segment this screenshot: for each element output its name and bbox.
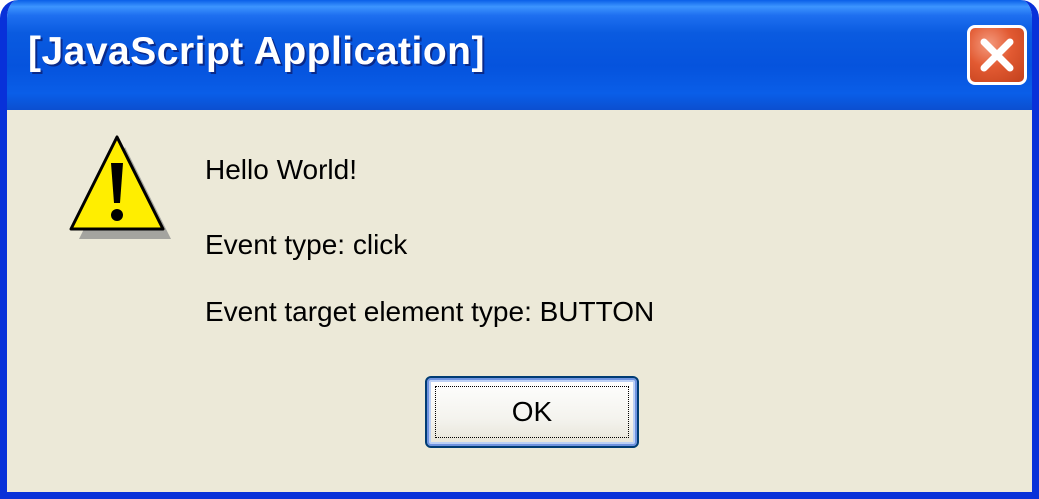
warning-icon (67, 133, 171, 243)
close-button[interactable] (967, 25, 1027, 85)
alert-dialog: [JavaScript Application] Hello World! Ev… (0, 0, 1039, 499)
message-line-3: Event target element type: BUTTON (205, 296, 655, 327)
message-line-1: Hello World! (205, 154, 357, 185)
ok-button[interactable]: OK (425, 376, 639, 448)
window-title: [JavaScript Application] (28, 30, 485, 73)
title-bar[interactable]: [JavaScript Application] (7, 0, 1032, 110)
ok-button-label: OK (511, 396, 553, 427)
message-line-2: Event type: click (205, 229, 408, 260)
close-icon (980, 38, 1014, 72)
